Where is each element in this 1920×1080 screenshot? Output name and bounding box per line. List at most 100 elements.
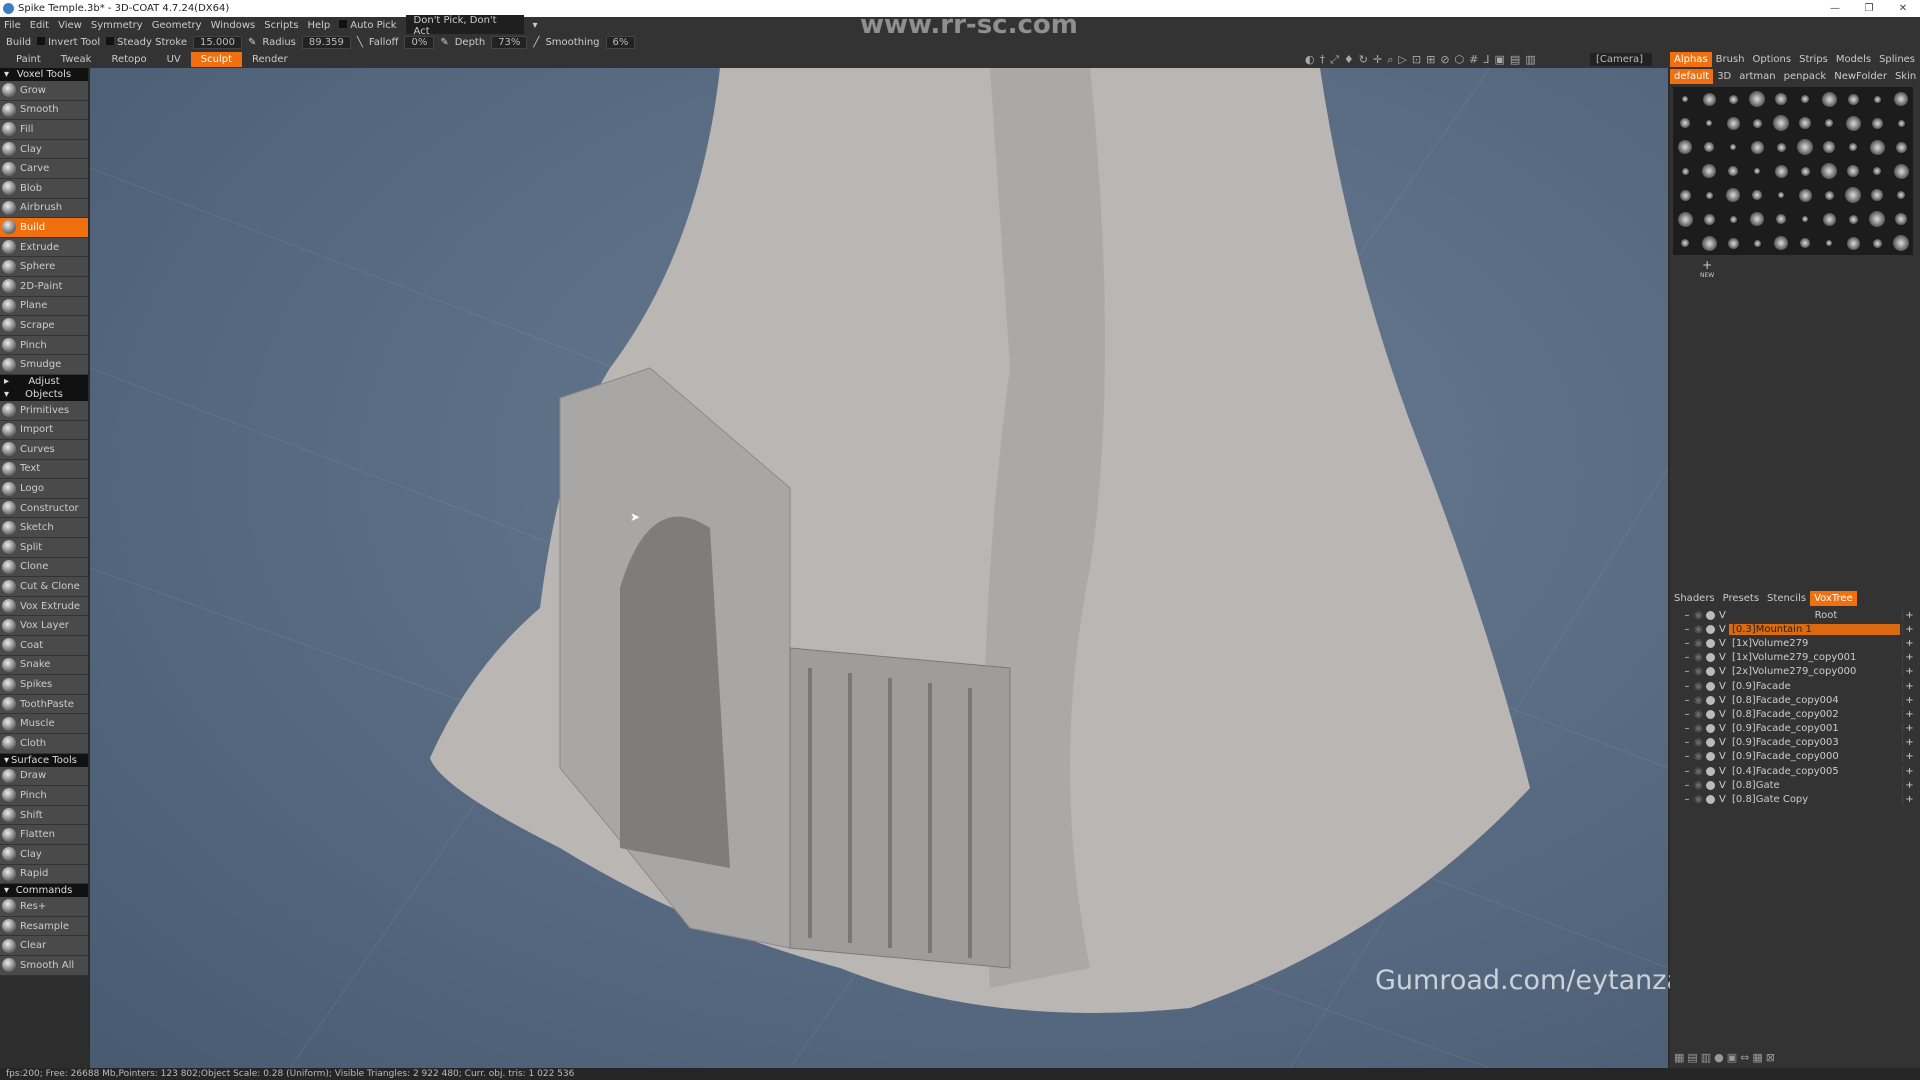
alpha-brush-tile[interactable]: [1745, 87, 1769, 111]
folder-artman[interactable]: artman: [1735, 69, 1779, 84]
tab-splines[interactable]: Splines: [1875, 52, 1919, 67]
image-icon[interactable]: ▤: [1510, 51, 1520, 68]
tab-tweak[interactable]: Tweak: [51, 52, 102, 67]
falloff-input[interactable]: 0%: [404, 36, 435, 49]
tool-pinch[interactable]: Pinch: [0, 786, 88, 806]
alpha-brush-tile[interactable]: [1793, 231, 1817, 255]
collapse-icon[interactable]: –: [1680, 709, 1694, 720]
shader-ball-icon[interactable]: [1706, 780, 1715, 790]
alpha-brush-tile[interactable]: [1697, 87, 1721, 111]
alpha-brush-tile[interactable]: [1793, 159, 1817, 183]
alpha-brush-tile[interactable]: [1889, 159, 1913, 183]
chevron-down-icon[interactable]: ▾: [533, 20, 538, 31]
eye-icon[interactable]: ◉: [1694, 723, 1706, 734]
minimize-button[interactable]: —: [1818, 0, 1852, 17]
tab-alphas[interactable]: Alphas: [1670, 52, 1712, 67]
eye-icon[interactable]: ◉: [1694, 624, 1706, 635]
alpha-brush-tile[interactable]: [1817, 159, 1841, 183]
alpha-brush-tile[interactable]: [1841, 111, 1865, 135]
voxel-mode-icon[interactable]: V: [1719, 666, 1729, 677]
tool-cloth[interactable]: Cloth: [0, 734, 88, 754]
voxel-mode-icon[interactable]: V: [1719, 681, 1729, 692]
alpha-brush-tile[interactable]: [1697, 135, 1721, 159]
tool-fill[interactable]: Fill: [0, 120, 88, 140]
tab-voxtree[interactable]: VoxTree: [1810, 591, 1857, 606]
alpha-brush-tile[interactable]: [1769, 159, 1793, 183]
alpha-brush-tile[interactable]: [1745, 207, 1769, 231]
tool-clone[interactable]: Clone: [0, 557, 88, 578]
steady-stroke-checkbox[interactable]: Steady Stroke: [106, 37, 187, 48]
add-layer-icon[interactable]: +: [1902, 694, 1916, 706]
alpha-brush-tile[interactable]: [1817, 207, 1841, 231]
tab-presets[interactable]: Presets: [1719, 591, 1763, 606]
alpha-brush-tile[interactable]: [1841, 159, 1865, 183]
alpha-brush-tile[interactable]: [1697, 159, 1721, 183]
collapse-icon[interactable]: –: [1680, 780, 1694, 791]
voxel-mode-icon[interactable]: V: [1719, 695, 1729, 706]
alpha-brush-tile[interactable]: [1721, 111, 1745, 135]
alpha-brush-tile[interactable]: [1769, 207, 1793, 231]
alpha-brush-tile[interactable]: [1841, 231, 1865, 255]
alpha-brush-tile[interactable]: [1745, 183, 1769, 207]
tab-retopo[interactable]: Retopo: [101, 52, 156, 67]
alpha-brush-tile[interactable]: [1745, 159, 1769, 183]
new-alpha-button[interactable]: + NEW: [1700, 258, 1714, 279]
maximize-button[interactable]: ❐: [1852, 0, 1886, 17]
add-layer-icon[interactable]: +: [1902, 779, 1916, 791]
shader-ball-icon[interactable]: [1706, 638, 1715, 648]
3d-viewport[interactable]: ➤: [90, 68, 1668, 1068]
alpha-brush-tile[interactable]: [1793, 111, 1817, 135]
add-layer-icon[interactable]: +: [1902, 666, 1916, 678]
light-icon[interactable]: †: [1320, 51, 1326, 68]
eye-icon[interactable]: ◉: [1694, 751, 1706, 762]
tool-split[interactable]: Split: [0, 538, 88, 558]
tool-clay[interactable]: Clay: [0, 139, 88, 160]
tool-curves[interactable]: Curves: [0, 440, 88, 460]
objects-header[interactable]: Objects: [0, 387, 88, 401]
add-layer-icon[interactable]: +: [1902, 765, 1916, 777]
voxel-mode-icon[interactable]: V: [1719, 766, 1729, 777]
folder-3d[interactable]: 3D: [1713, 69, 1735, 84]
smoothing-icon[interactable]: ╱: [533, 37, 539, 48]
collapse-icon[interactable]: –: [1680, 751, 1694, 762]
folder-skin[interactable]: Skin: [1891, 69, 1920, 84]
eye-icon[interactable]: ◉: [1694, 652, 1706, 663]
tool-carve[interactable]: Carve: [0, 159, 88, 179]
alpha-brush-tile[interactable]: [1745, 231, 1769, 255]
tool-cut-clone[interactable]: Cut & Clone: [0, 577, 88, 597]
eye-icon[interactable]: ◉: [1694, 681, 1706, 692]
depth-input[interactable]: 73%: [491, 36, 528, 49]
eye-icon[interactable]: ◉: [1694, 766, 1706, 777]
eye-icon[interactable]: ◉: [1694, 695, 1706, 706]
alpha-brush-tile[interactable]: [1865, 135, 1889, 159]
alpha-brush-tile[interactable]: [1673, 135, 1697, 159]
alpha-brush-tile[interactable]: [1793, 183, 1817, 207]
voxtree-layer[interactable]: – ◉ V [0.9]Facade_copy001 +: [1670, 722, 1920, 736]
collapse-icon[interactable]: –: [1680, 652, 1694, 663]
alpha-brush-tile[interactable]: [1865, 159, 1889, 183]
shader-ball-icon[interactable]: [1706, 667, 1715, 677]
no-icon[interactable]: ⊘: [1440, 51, 1449, 68]
alpha-brush-tile[interactable]: [1721, 207, 1745, 231]
alpha-brush-tile[interactable]: [1721, 183, 1745, 207]
voxel-mode-icon[interactable]: V: [1719, 652, 1729, 663]
alpha-brush-tile[interactable]: [1889, 207, 1913, 231]
cube-icon[interactable]: ⬡: [1455, 51, 1465, 68]
pan-icon[interactable]: ✛: [1373, 51, 1382, 68]
alpha-brush-tile[interactable]: [1793, 87, 1817, 111]
voxel-mode-icon[interactable]: V: [1719, 723, 1729, 734]
alpha-brush-tile[interactable]: [1817, 87, 1841, 111]
tab-uv[interactable]: UV: [157, 52, 191, 67]
alpha-brush-tile[interactable]: [1697, 231, 1721, 255]
add-layer-icon[interactable]: +: [1902, 680, 1916, 692]
tab-stencils[interactable]: Stencils: [1763, 591, 1810, 606]
tool-primitives[interactable]: Primitives: [0, 400, 88, 421]
tool-grow[interactable]: Grow: [0, 81, 88, 101]
tool-rapid[interactable]: Rapid: [0, 864, 88, 885]
alpha-brush-tile[interactable]: [1673, 231, 1697, 255]
tool-muscle[interactable]: Muscle: [0, 714, 88, 734]
voxtree-layer[interactable]: – ◉ V [0.9]Facade +: [1670, 679, 1920, 693]
alpha-brush-tile[interactable]: [1769, 111, 1793, 135]
alpha-brush-tile[interactable]: [1721, 135, 1745, 159]
tool-flatten[interactable]: Flatten: [0, 825, 88, 845]
